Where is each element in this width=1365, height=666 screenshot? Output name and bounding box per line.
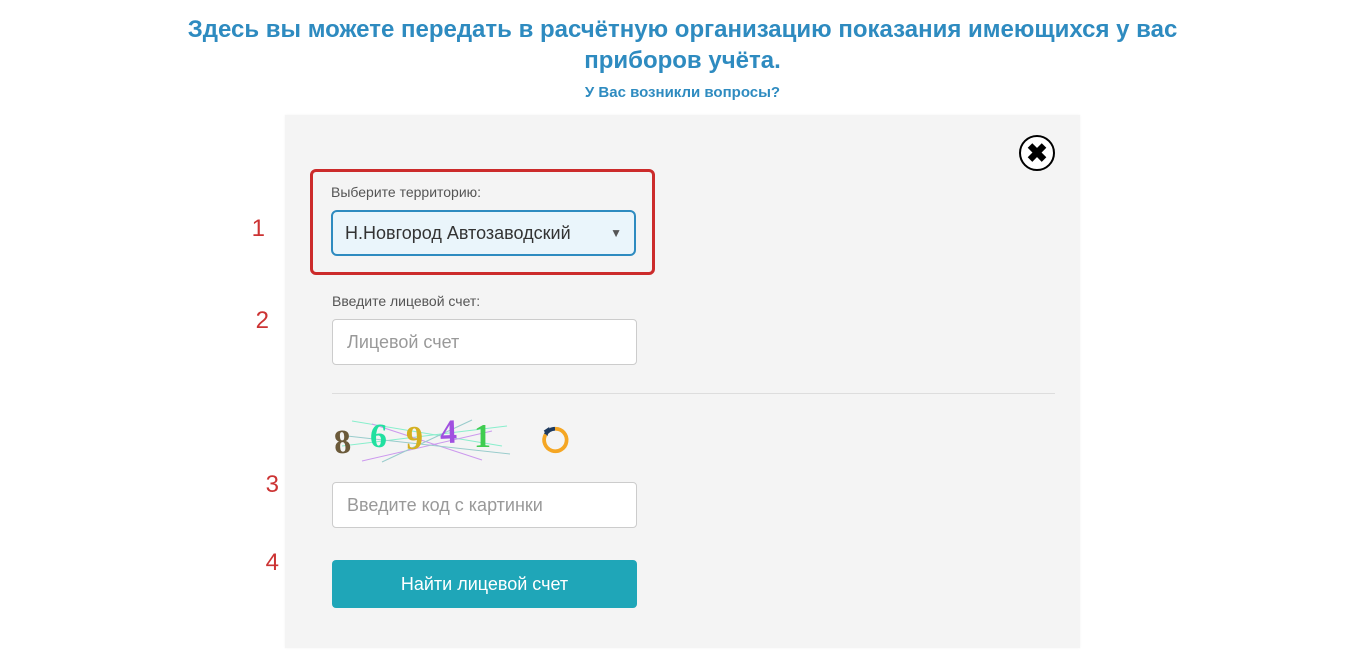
step-marker-1: 1 [245,215,265,243]
captcha-digit: 6 [369,418,388,457]
step-marker-3: 3 [259,471,279,499]
close-button[interactable]: ✖ [1019,135,1055,171]
step-marker-4: 4 [259,549,279,577]
captcha-digit: 9 [406,420,423,458]
territory-label: Выберите территорию: [331,184,634,200]
form-panel: ✖ 1 2 3 4 Выберите территорию: Н.Новгоро… [285,115,1080,648]
help-link[interactable]: У Вас возникли вопросы? [0,84,1365,101]
captcha-digit: 8 [333,424,353,463]
account-label: Введите лицевой счет: [332,293,1055,309]
refresh-icon[interactable] [540,425,570,455]
step-marker-2: 2 [249,307,269,335]
account-input[interactable] [332,319,637,365]
territory-highlight: Выберите территорию: Н.Новгород Автозаво… [310,169,655,275]
page-title: Здесь вы можете передать в расчётную орг… [133,14,1233,76]
captcha-digit: 1 [474,418,491,456]
submit-button[interactable]: Найти лицевой счет [332,560,637,608]
captcha-image: 8 6 9 4 1 [332,416,512,464]
divider [332,393,1055,394]
captcha-digit: 4 [439,414,457,453]
captcha-input[interactable] [332,482,637,528]
close-icon: ✖ [1026,140,1048,166]
territory-select[interactable]: Н.Новгород Автозаводский [331,210,636,256]
